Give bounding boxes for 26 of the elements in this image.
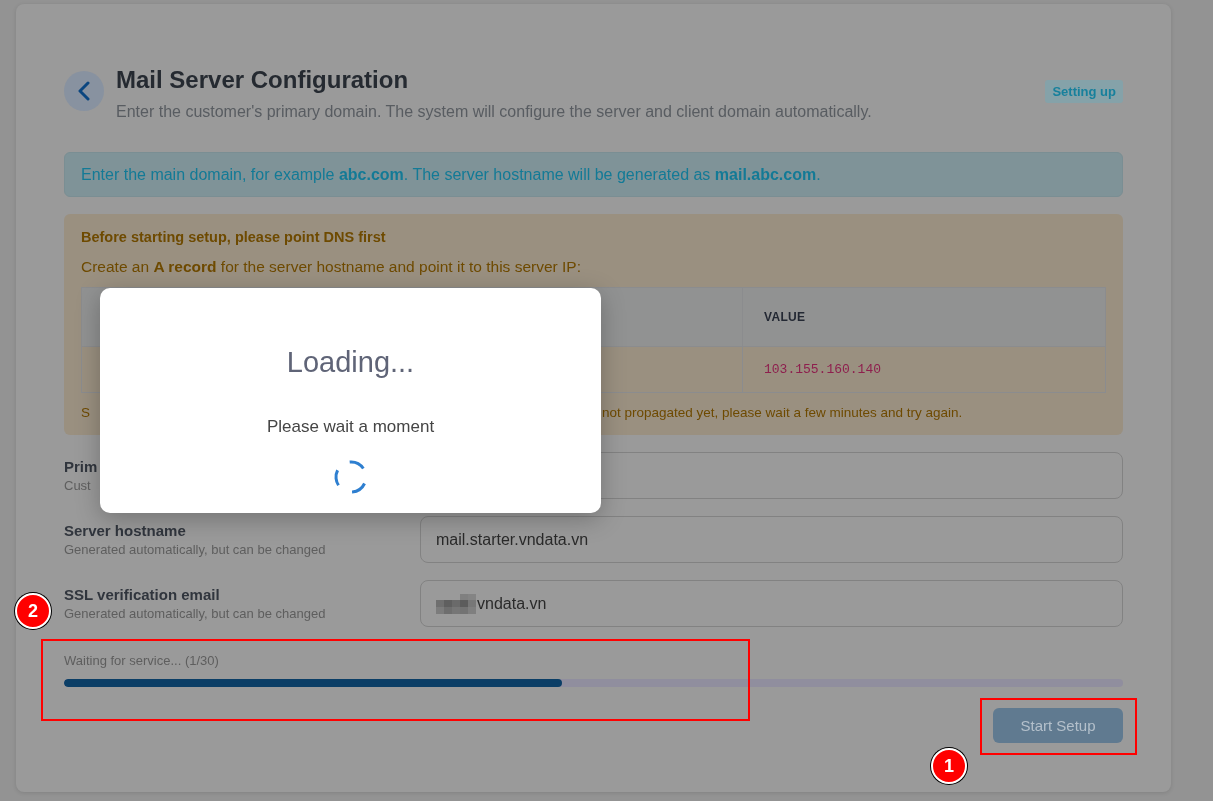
notice-note: S: [81, 404, 91, 422]
dialog-title: Loading...: [286, 345, 415, 379]
field-label: SSL verification email: [64, 584, 220, 605]
page-title: Mail Server Configuration: [116, 66, 410, 94]
column-header: VALUE: [764, 310, 806, 324]
loading-spinner-icon: [332, 459, 369, 495]
step-marker: 1: [931, 748, 967, 784]
input-field[interactable]: mail.starter.vndata.vn: [420, 516, 1123, 563]
field-hint: Cust: [64, 476, 91, 495]
notice-text: Create an A record for the server hostname and point it to this server IP:: [81, 257, 582, 277]
field-label: Server hostname: [64, 520, 186, 541]
field-hint: Generated automatically, but can be changed: [64, 604, 326, 623]
info-message: Enter the main domain, for example abc.com. The server hostname will be generated as mail.abc.com.: [81, 166, 821, 183]
page-subtitle: Enter the customer's primary domain. The system will configure the server and client domain automatically.: [116, 102, 873, 122]
notice-note: not propagated yet, please wait a few minutes and try again.: [602, 404, 964, 422]
status-badge: Setting up: [1045, 80, 1123, 103]
chevron-left-icon: [77, 81, 91, 101]
dialog-message: Please wait a moment: [266, 416, 435, 438]
field-hint: Generated automatically, but can be changed: [64, 540, 326, 559]
back-button[interactable]: [64, 71, 104, 111]
step-marker: 2: [15, 593, 51, 629]
input-field[interactable]: vndata.vn: [420, 580, 1123, 627]
field-label: Prim: [64, 456, 98, 477]
ip-address-cell: 103.155.160.140: [764, 362, 882, 377]
notice-title: Before starting setup, please point DNS first: [81, 228, 387, 247]
progress-status: Waiting for service... (1/30): [64, 653, 219, 668]
